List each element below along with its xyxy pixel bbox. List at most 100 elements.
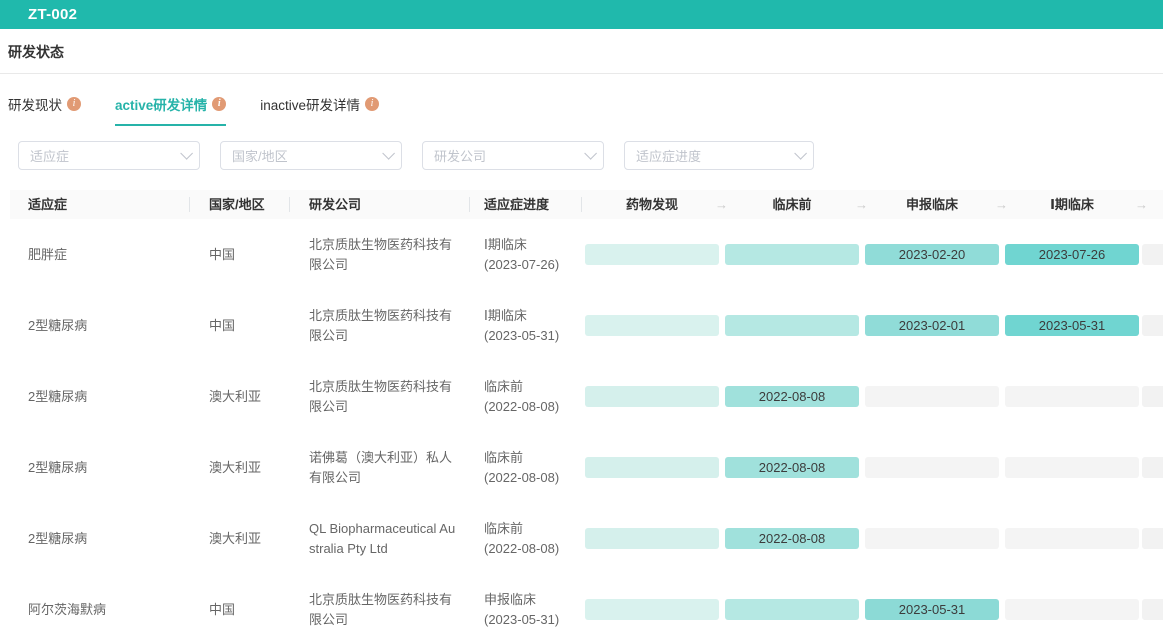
stage-header-label: 药物发现 xyxy=(626,197,678,212)
table-header: 适应症国家/地区研发公司适应症进度药物发现→临床前→申报临床→Ⅰ期临床→ xyxy=(10,190,1163,219)
stage-bar xyxy=(585,599,719,620)
stage-cell-临床前: 2022-08-08 xyxy=(722,457,862,478)
table-row: 阿尔茨海默病中国北京质肽生物医药科技有限公司申报临床(2023-05-31)20… xyxy=(10,574,1163,631)
company-cell: 北京质肽生物医药科技有限公司 xyxy=(290,377,470,417)
stage-cell-临床前: 2022-08-08 xyxy=(722,528,862,549)
filter-select-1[interactable]: 适应症 xyxy=(18,141,200,170)
info-icon[interactable]: i xyxy=(212,97,226,111)
drug-code-title: ZT-002 xyxy=(28,6,77,23)
table-row: 2型糖尿病中国北京质肽生物医药科技有限公司 Ⅰ期临床(2023-05-31) 202… xyxy=(10,290,1163,361)
select-placeholder: 国家/地区 xyxy=(232,146,288,165)
progress-stage: 临床前 xyxy=(484,377,582,397)
stage-header-label: Ⅰ期临床 xyxy=(1050,197,1094,212)
stage-bar-partial xyxy=(1142,457,1163,478)
stage-bar xyxy=(865,386,999,407)
stage-cell-临床前: 2022-08-08 xyxy=(722,386,862,407)
stage-bar-partial xyxy=(1142,528,1163,549)
stage-cell-药物发现 xyxy=(582,528,722,549)
select-placeholder: 研发公司 xyxy=(434,146,486,165)
stage-column-header-partial xyxy=(1142,190,1163,219)
chevron-down-icon xyxy=(382,147,395,160)
table-row: 2型糖尿病澳大利亚北京质肽生物医药科技有限公司临床前(2022-08-08) 20… xyxy=(10,361,1163,432)
stage-bar-partial xyxy=(1142,244,1163,265)
company-cell: 北京质肽生物医药科技有限公司 xyxy=(290,306,470,346)
indication-cell: 2型糖尿病 xyxy=(10,387,190,407)
stage-bar-partial xyxy=(1142,315,1163,336)
table-row: 肥胖症中国北京质肽生物医药科技有限公司Ⅰ期临床(2023-07-26)2023-… xyxy=(10,219,1163,290)
stage-cell-药物发现 xyxy=(582,386,722,407)
stage-bar xyxy=(1005,599,1139,620)
select-placeholder: 适应症进度 xyxy=(636,146,701,165)
indication-cell: 2型糖尿病 xyxy=(10,458,190,478)
stage-cell-药物发现 xyxy=(582,244,722,265)
progress-date: (2023-05-31) xyxy=(484,610,582,630)
stage-cell-Ⅰ期临床: 2023-05-31 xyxy=(1002,315,1142,336)
section-title: 研发状态 xyxy=(0,29,1163,74)
next-stage-partial xyxy=(1142,386,1163,407)
tab-label: 研发现状 xyxy=(8,94,62,114)
stage-bar xyxy=(725,315,859,336)
chevron-down-icon xyxy=(180,147,193,160)
progress-stage: Ⅰ期临床 xyxy=(484,306,582,326)
country-cell: 中国 xyxy=(190,245,290,265)
stage-bar-dated: 2022-08-08 xyxy=(725,457,859,478)
stage-bar xyxy=(1005,386,1139,407)
stage-cell-Ⅰ期临床 xyxy=(1002,457,1142,478)
stage-bar xyxy=(725,244,859,265)
stage-cell-药物发现 xyxy=(582,315,722,336)
column-header: 国家/地区 xyxy=(190,190,290,219)
filter-select-4[interactable]: 适应症进度 xyxy=(624,141,814,170)
stage-bar xyxy=(1005,528,1139,549)
stage-bar xyxy=(585,528,719,549)
indication-cell: 肥胖症 xyxy=(10,245,190,265)
stage-cell-Ⅰ期临床 xyxy=(1002,528,1142,549)
tab-label: inactive研发详情 xyxy=(260,94,360,114)
progress-stage: Ⅰ期临床 xyxy=(484,235,582,255)
column-header: 适应症 xyxy=(10,190,190,219)
stage-header-label: 临床前 xyxy=(772,197,811,212)
stage-bar xyxy=(865,528,999,549)
progress-cell: 申报临床(2023-05-31) xyxy=(470,590,582,630)
progress-date: (2022-08-08) xyxy=(484,539,582,559)
indication-cell: 2型糖尿病 xyxy=(10,529,190,549)
country-cell: 中国 xyxy=(190,316,290,336)
tab-active-details[interactable]: active研发详情i xyxy=(115,94,226,126)
stage-column-header: 申报临床→ xyxy=(862,190,1002,219)
stage-column-header: 药物发现→ xyxy=(582,190,722,219)
progress-cell: 临床前(2022-08-08) xyxy=(470,519,582,559)
info-icon[interactable]: i xyxy=(67,97,81,111)
tab-inactive-details[interactable]: inactive研发详情 i xyxy=(260,94,379,126)
next-stage-partial xyxy=(1142,244,1163,265)
tab-rd-overview[interactable]: 研发现状 i xyxy=(8,94,81,126)
country-cell: 澳大利亚 xyxy=(190,387,290,407)
stage-bar xyxy=(725,599,859,620)
progress-cell: 临床前(2022-08-08) xyxy=(470,448,582,488)
stage-bar-dated: 2023-05-31 xyxy=(1005,315,1139,336)
stage-cell-Ⅰ期临床: 2023-07-26 xyxy=(1002,244,1142,265)
next-stage-partial xyxy=(1142,315,1163,336)
stage-cell-申报临床 xyxy=(862,528,1002,549)
stage-cell-申报临床 xyxy=(862,457,1002,478)
progress-date: (2022-08-08) xyxy=(484,397,582,417)
stage-bar-dated: 2023-07-26 xyxy=(1005,244,1139,265)
select-placeholder: 适应症 xyxy=(30,146,69,165)
table-body: 肥胖症中国北京质肽生物医药科技有限公司Ⅰ期临床(2023-07-26)2023-… xyxy=(10,219,1163,631)
stage-bar-dated: 2022-08-08 xyxy=(725,528,859,549)
indication-cell: 2型糖尿病 xyxy=(10,316,190,336)
filter-select-2[interactable]: 国家/地区 xyxy=(220,141,402,170)
next-stage-partial xyxy=(1142,528,1163,549)
stage-bar-partial xyxy=(1142,386,1163,407)
progress-date: (2023-05-31) xyxy=(484,326,582,346)
progress-date: (2022-08-08) xyxy=(484,468,582,488)
info-icon[interactable]: i xyxy=(365,97,379,111)
stage-cell-药物发现 xyxy=(582,599,722,620)
table-row: 2型糖尿病澳大利亚QL Biopharmaceutical Australia … xyxy=(10,503,1163,574)
filter-select-3[interactable]: 研发公司 xyxy=(422,141,604,170)
company-cell: QL Biopharmaceutical Australia Pty Ltd xyxy=(290,519,470,559)
company-cell: 北京质肽生物医药科技有限公司 xyxy=(290,590,470,630)
filter-bar: 适应症 国家/地区 研发公司 适应症进度 xyxy=(0,126,1163,182)
indication-cell: 阿尔茨海默病 xyxy=(10,600,190,620)
company-cell: 诺佛葛（澳大利亚）私人有限公司 xyxy=(290,448,470,488)
stage-bar xyxy=(1005,457,1139,478)
country-cell: 中国 xyxy=(190,600,290,620)
